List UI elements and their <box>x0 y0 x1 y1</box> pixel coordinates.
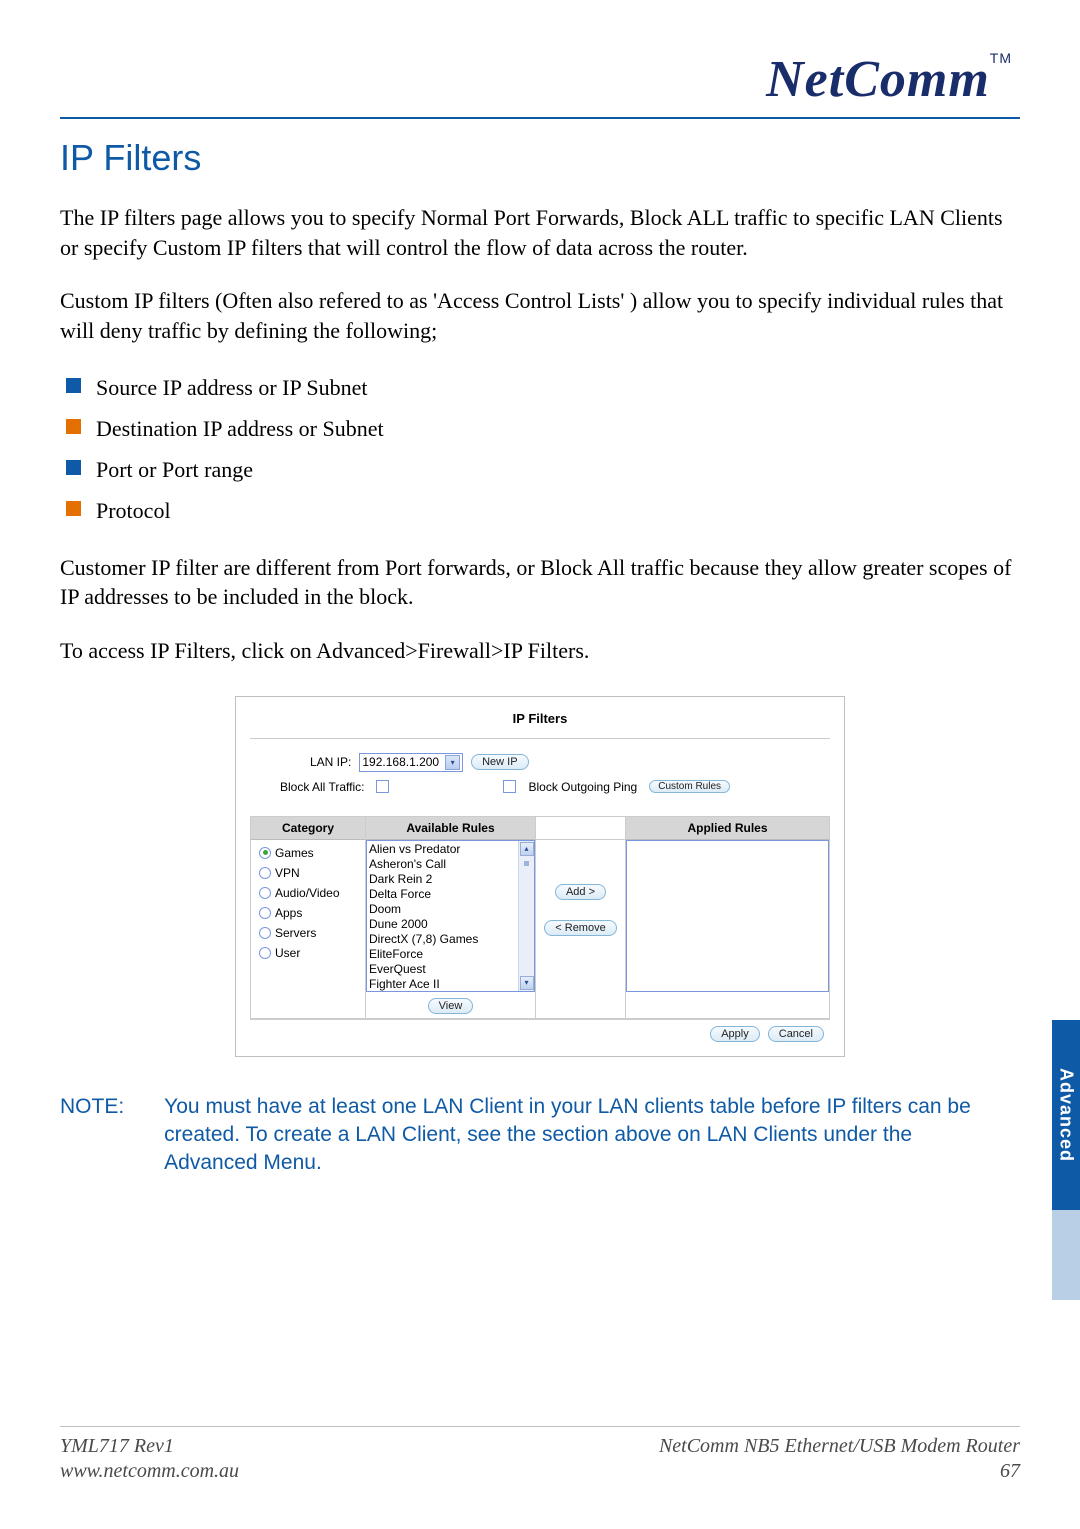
radio-icon <box>259 927 271 939</box>
note-block: NOTE: You must have at least one LAN Cli… <box>60 1093 1020 1178</box>
category-radio-vpn[interactable]: VPN <box>259 866 359 880</box>
scroll-down-icon[interactable]: ▾ <box>520 976 534 990</box>
list-item[interactable]: DirectX (7,8) Games <box>369 932 532 947</box>
applied-header: Applied Rules <box>626 817 829 840</box>
remove-button[interactable]: < Remove <box>544 920 616 936</box>
bullet-item: Port or Port range <box>60 452 1020 487</box>
block-ping-checkbox[interactable] <box>503 780 516 793</box>
block-ping-label: Block Outgoing Ping <box>528 780 637 794</box>
footer-left-bottom: www.netcomm.com.au <box>60 1460 239 1483</box>
available-rules-listbox[interactable]: Alien vs Predator Asheron's Call Dark Re… <box>366 840 535 992</box>
bullet-list: Source IP address or IP Subnet Destinati… <box>60 370 1020 529</box>
custom-rules-button[interactable]: Custom Rules <box>649 780 730 793</box>
scroll-up-icon[interactable]: ▴ <box>520 842 534 856</box>
list-item[interactable]: Delta Force <box>369 887 532 902</box>
footer-divider <box>60 1426 1020 1427</box>
intro-paragraph-1: The IP filters page allows you to specif… <box>60 203 1020 262</box>
ip-filters-panel: IP Filters LAN IP: 192.168.1.200 ▾ New I… <box>235 696 845 1057</box>
apply-button[interactable]: Apply <box>710 1026 760 1042</box>
bullet-item: Source IP address or IP Subnet <box>60 370 1020 405</box>
bullet-item: Protocol <box>60 493 1020 528</box>
page-title: IP Filters <box>60 137 1020 179</box>
panel-title: IP Filters <box>250 711 830 739</box>
footer-left-top: YML717 Rev1 <box>60 1435 174 1458</box>
category-radio-games[interactable]: Games <box>259 846 359 860</box>
filter-grid: Category Games VPN Audio/Video Apps Serv… <box>250 816 830 1019</box>
brand-logo-tm: TM <box>990 50 1012 66</box>
list-item[interactable]: EverQuest <box>369 962 532 977</box>
logo-area: NetCommTM <box>60 50 1020 109</box>
list-item[interactable]: Dark Rein 2 <box>369 872 532 887</box>
cancel-button[interactable]: Cancel <box>768 1026 824 1042</box>
radio-icon <box>259 867 271 879</box>
scroll-thumb[interactable] <box>524 861 529 866</box>
block-all-checkbox[interactable] <box>376 780 389 793</box>
applied-rules-listbox[interactable] <box>626 840 829 992</box>
category-radio-av[interactable]: Audio/Video <box>259 886 359 900</box>
radio-icon <box>259 887 271 899</box>
lan-ip-label: LAN IP: <box>310 755 351 769</box>
list-item[interactable]: Fighter Ace II <box>369 977 532 991</box>
radio-icon <box>259 907 271 919</box>
side-tab: Advanced <box>1052 1020 1080 1210</box>
radio-icon <box>259 947 271 959</box>
category-radio-apps[interactable]: Apps <box>259 906 359 920</box>
list-item[interactable]: Doom <box>369 902 532 917</box>
view-button[interactable]: View <box>428 998 474 1014</box>
intro-paragraph-2: Custom IP filters (Often also refered to… <box>60 286 1020 345</box>
add-button[interactable]: Add > <box>555 884 606 900</box>
footer-page-number: 67 <box>1000 1460 1020 1483</box>
category-list: Games VPN Audio/Video Apps Servers User <box>251 840 365 986</box>
new-ip-button[interactable]: New IP <box>471 754 528 770</box>
bullet-item: Destination IP address or Subnet <box>60 411 1020 446</box>
chevron-down-icon[interactable]: ▾ <box>445 755 460 770</box>
note-body: You must have at least one LAN Client in… <box>164 1093 1020 1178</box>
mid-header-spacer <box>536 817 625 840</box>
list-item[interactable]: Alien vs Predator <box>369 842 532 857</box>
brand-logo-text: NetComm <box>766 51 990 108</box>
category-radio-servers[interactable]: Servers <box>259 926 359 940</box>
intro-paragraph-3: Customer IP filter are different from Po… <box>60 553 1020 612</box>
note-label: NOTE: <box>60 1093 124 1178</box>
brand-logo: NetCommTM <box>766 51 1012 108</box>
page-footer: YML717 Rev1 NetComm NB5 Ethernet/USB Mod… <box>60 1426 1020 1483</box>
list-item[interactable]: Asheron's Call <box>369 857 532 872</box>
radio-icon <box>259 847 271 859</box>
side-tab-extension <box>1052 1210 1080 1300</box>
footer-right-top: NetComm NB5 Ethernet/USB Modem Router <box>659 1435 1020 1458</box>
header-divider <box>60 117 1020 119</box>
category-radio-user[interactable]: User <box>259 946 359 960</box>
side-tab-label: Advanced <box>1056 1068 1077 1162</box>
embedded-screenshot: IP Filters LAN IP: 192.168.1.200 ▾ New I… <box>60 696 1020 1057</box>
lan-ip-value: 192.168.1.200 <box>362 755 439 769</box>
list-item[interactable]: EliteForce <box>369 947 532 962</box>
intro-paragraph-4: To access IP Filters, click on Advanced>… <box>60 636 1020 666</box>
available-header: Available Rules <box>366 817 535 840</box>
scrollbar[interactable]: ▴ ▾ <box>518 841 534 991</box>
list-item[interactable]: Dune 2000 <box>369 917 532 932</box>
block-all-label: Block All Traffic: <box>280 780 364 794</box>
lan-ip-select[interactable]: 192.168.1.200 ▾ <box>359 753 463 772</box>
category-header: Category <box>251 817 365 840</box>
